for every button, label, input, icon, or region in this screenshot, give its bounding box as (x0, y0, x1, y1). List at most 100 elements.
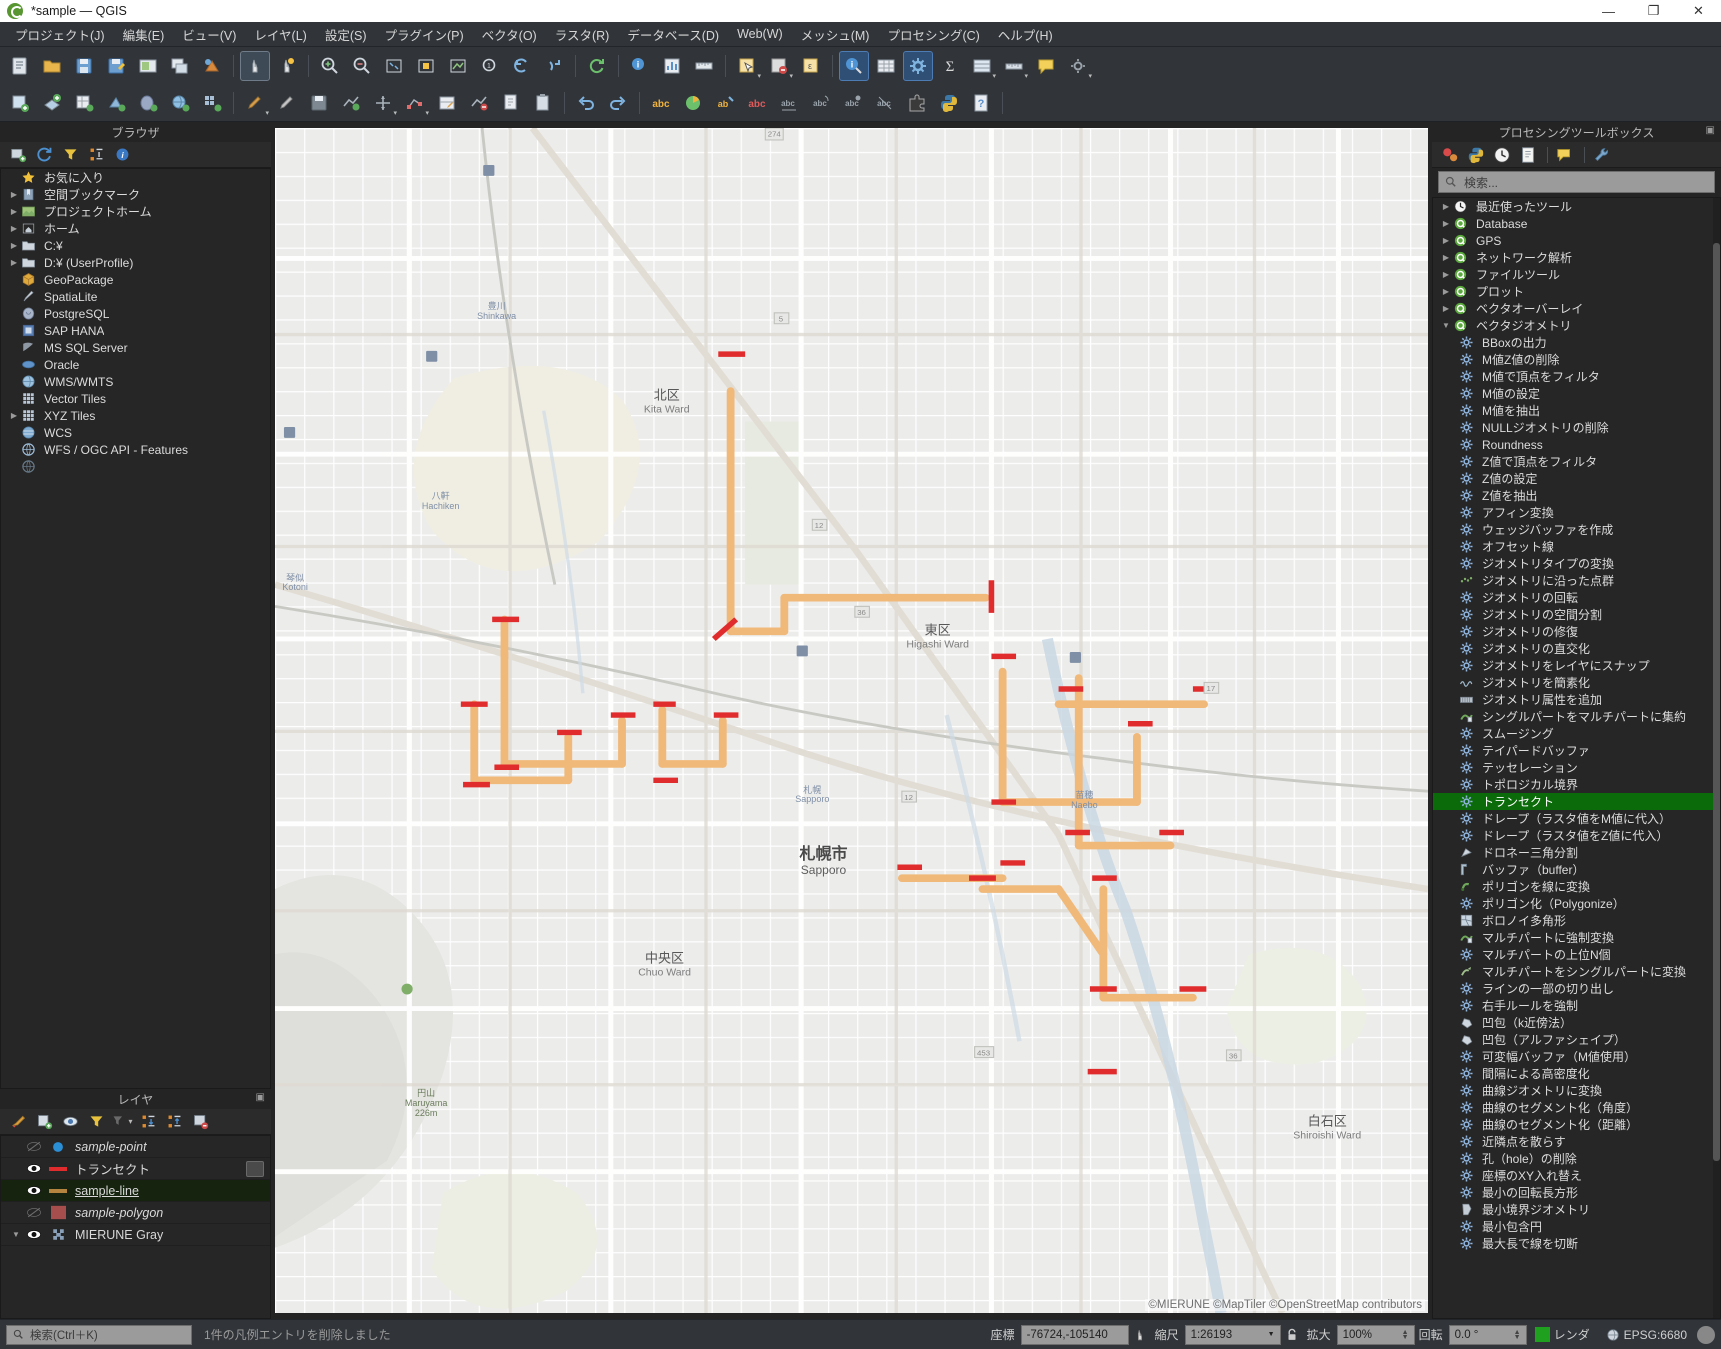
processing-algorithm-21[interactable]: ジオメトリ属性を追加 (1433, 691, 1720, 708)
browser-item-14[interactable]: ▶ XYZ Tiles (1, 407, 270, 424)
filter-browser-icon[interactable] (58, 144, 82, 166)
pan-map-button[interactable] (240, 50, 270, 81)
expand-arrow-icon[interactable]: ▶ (7, 241, 21, 250)
processing-group-6[interactable]: ▶ ベクタオーバーレイ (1433, 300, 1720, 317)
change-label-button[interactable]: abc (742, 88, 772, 118)
coordinate-value[interactable]: -76724,-105140 (1020, 1324, 1129, 1345)
processing-algorithm-40[interactable]: 凹包（k近傍法） (1433, 1014, 1720, 1031)
cut-features-button[interactable] (496, 88, 526, 118)
menu-item-2[interactable]: ビュー(V) (173, 22, 245, 47)
processing-algorithm-39[interactable]: 右手ルールを強制 (1433, 997, 1720, 1014)
properties-info-icon[interactable]: i (110, 144, 134, 166)
scale-combo[interactable]: 1:26193 ▼ (1184, 1324, 1281, 1345)
expand-arrow-icon[interactable]: ▶ (7, 190, 21, 199)
add-postgis-layer-button[interactable] (133, 88, 163, 118)
processing-panel-close-icon[interactable]: ▣ (1706, 125, 1715, 136)
layer-row-1[interactable]: トランセクト (1, 1158, 270, 1180)
menu-item-11[interactable]: プロセシング(C) (878, 22, 988, 47)
highlight-pinned-labels-button[interactable]: ab (710, 88, 740, 118)
map-tips-button[interactable] (1031, 51, 1061, 81)
identify-results-button[interactable]: i (839, 50, 869, 81)
processing-algorithm-34[interactable]: ボロノイ多角形 (1433, 912, 1720, 929)
layers-tree[interactable]: sample-point トランセクト sample-line sample-poly… (0, 1135, 271, 1319)
processing-group-7[interactable]: ▼ ベクタジオメトリ (1433, 317, 1720, 334)
collapse-all-icon[interactable] (162, 1111, 186, 1133)
layer-row-2[interactable]: sample-line (1, 1180, 270, 1202)
processing-algorithm-14[interactable]: ジオメトリに沿った点群 (1433, 572, 1720, 589)
statistical-summary-button[interactable]: Σ (935, 51, 965, 81)
browser-item-12[interactable]: WMS/WMTS (1, 373, 270, 390)
processing-algorithm-43[interactable]: 間隔による高密度化 (1433, 1065, 1720, 1082)
processing-algorithm-2[interactable]: M値で頂点をフィルタ (1433, 368, 1720, 385)
processing-toolbox-button[interactable] (903, 50, 933, 81)
expand-arrow-icon[interactable]: ▶ (1439, 253, 1453, 262)
zoom-to-layer-button[interactable] (443, 51, 473, 81)
menu-item-1[interactable]: 編集(E) (114, 22, 174, 47)
processing-algorithm-7[interactable]: Z値で頂点をフィルタ (1433, 453, 1720, 470)
python-script-icon[interactable] (1464, 144, 1488, 166)
processing-algorithm-51[interactable]: 最小境界ジオメトリ (1433, 1201, 1720, 1218)
show-statistics-button[interactable] (657, 51, 687, 81)
identify-features-button[interactable]: i (625, 51, 655, 81)
magnifier-value[interactable]: 100% ▲ ▼ (1336, 1324, 1415, 1345)
current-edits-button[interactable]: ▾ (240, 88, 270, 118)
label-toolbar-abc-button[interactable]: abc (646, 88, 676, 118)
vertex-tool-button[interactable]: ▾ (400, 88, 430, 118)
processing-scrollbar[interactable] (1713, 198, 1720, 1318)
processing-algorithm-27[interactable]: トランセクト (1433, 793, 1720, 810)
new-vector-layer-button[interactable] (5, 88, 35, 118)
add-layer-icon[interactable] (6, 144, 30, 166)
processing-group-3[interactable]: ▶ ネットワーク解析 (1433, 249, 1720, 266)
pin-label-button[interactable]: abc (838, 88, 868, 118)
processing-algorithm-48[interactable]: 孔（hole）の削除 (1433, 1150, 1720, 1167)
processing-algorithm-36[interactable]: マルチパートの上位N個 (1433, 946, 1720, 963)
attribute-table-2-button[interactable]: ▾ (967, 51, 997, 81)
add-group-icon[interactable] (32, 1111, 56, 1133)
processing-algorithm-15[interactable]: ジオメトリの回転 (1433, 589, 1720, 606)
paste-features-button[interactable] (528, 88, 558, 118)
menu-item-6[interactable]: ベクタ(O) (473, 22, 546, 47)
menu-item-9[interactable]: Web(W) (728, 24, 792, 44)
zoom-to-selection-button[interactable] (411, 51, 441, 81)
new-project-button[interactable] (5, 51, 35, 81)
save-project-as-button[interactable] (101, 51, 131, 81)
history-icon[interactable] (1490, 144, 1514, 166)
layer-row-0[interactable]: sample-point (1, 1136, 270, 1158)
browser-item-8[interactable]: PostgreSQL (1, 305, 270, 322)
filter-legend-by-expression-icon[interactable]: ▾ (110, 1111, 134, 1133)
processing-algorithm-47[interactable]: 近隣点を散らす (1433, 1133, 1720, 1150)
processing-algorithm-37[interactable]: マルチパートをシングルパートに変換 (1433, 963, 1720, 980)
layer-visibility-checkbox[interactable] (23, 1228, 45, 1241)
processing-algorithm-6[interactable]: Roundness (1433, 436, 1720, 453)
processing-algorithm-52[interactable]: 最小包含円 (1433, 1218, 1720, 1235)
collapse-arrow-icon[interactable]: ▼ (1439, 321, 1453, 330)
toggle-extents-icon[interactable] (1129, 1327, 1151, 1343)
delete-selected-button[interactable] (464, 88, 494, 118)
lock-scale-icon[interactable] (1281, 1327, 1303, 1343)
browser-item-4[interactable]: ▶ C:¥ (1, 237, 270, 254)
processing-algorithm-19[interactable]: ジオメトリをレイヤにスナップ (1433, 657, 1720, 674)
refresh-icon[interactable] (32, 144, 56, 166)
processing-search-input[interactable]: 検索... (1438, 171, 1715, 193)
processing-scrollbar-thumb[interactable] (1713, 242, 1720, 1162)
browser-item-10[interactable]: MS SQL Server (1, 339, 270, 356)
zoom-native-button[interactable]: 1 (475, 51, 505, 81)
processing-algorithm-22[interactable]: シングルパートをマルチパートに集約 (1433, 708, 1720, 725)
browser-item-16[interactable]: WFS / OGC API - Features (1, 441, 270, 458)
processing-algorithm-24[interactable]: テイパードバッファ (1433, 742, 1720, 759)
expand-arrow-icon[interactable]: ▶ (7, 258, 21, 267)
results-viewer-icon[interactable] (1516, 144, 1540, 166)
measure-button[interactable] (689, 51, 719, 81)
processing-algorithm-5[interactable]: NULLジオメトリの削除 (1433, 419, 1720, 436)
undo-button[interactable] (571, 88, 601, 118)
processing-models-icon[interactable] (1438, 144, 1462, 166)
processing-algorithm-29[interactable]: ドレープ（ラスタ値をZ値に代入） (1433, 827, 1720, 844)
add-vector-tile-layer-button[interactable] (197, 88, 227, 118)
layers-panel-close-icon[interactable]: ▣ (256, 1092, 265, 1103)
add-layer-button[interactable] (37, 88, 67, 118)
menu-item-3[interactable]: レイヤ(L) (245, 22, 315, 47)
new-print-layout-button[interactable] (133, 51, 163, 81)
show-hide-labels-button[interactable]: abc (870, 88, 900, 118)
python-console-button[interactable] (934, 88, 964, 118)
plugin-manager-button[interactable] (902, 88, 932, 118)
